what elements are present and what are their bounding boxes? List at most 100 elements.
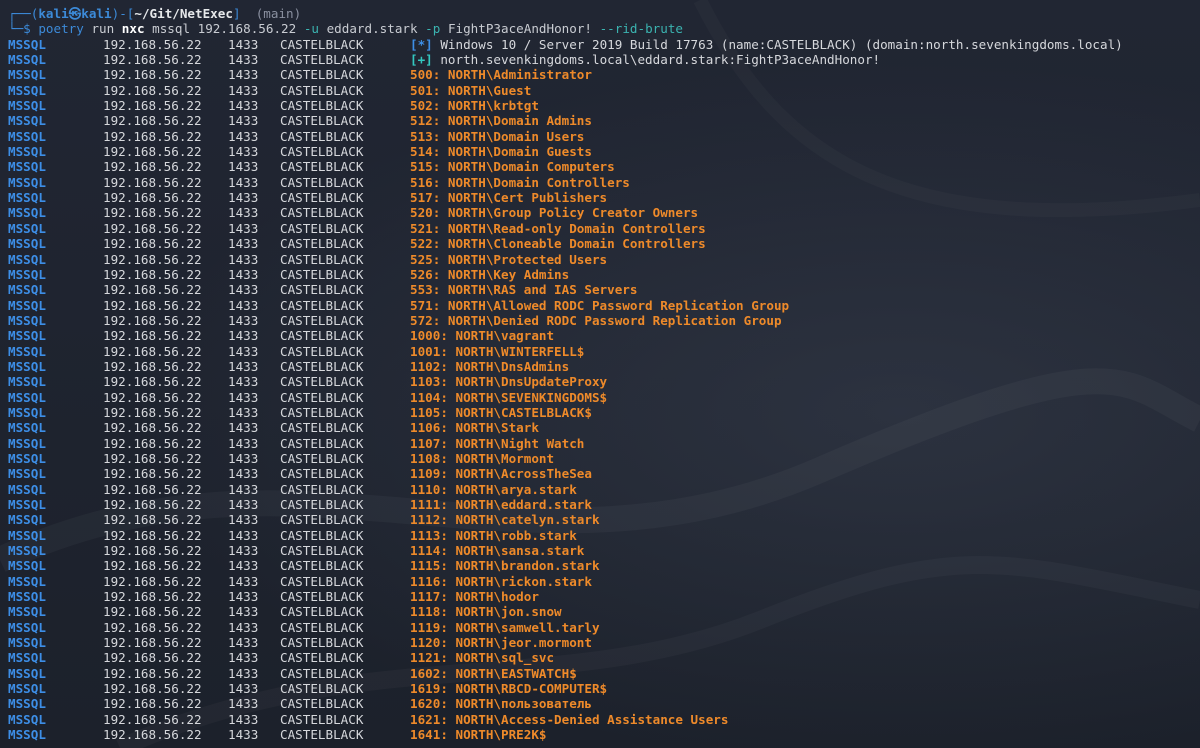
hostname: CASTELBLACK	[280, 435, 364, 451]
ip-address: 192.168.56.22	[103, 527, 202, 543]
protocol-label: MSSQL	[8, 52, 46, 68]
output-rid-line: MSSQL 192.168.56.22 1433 CASTELBLACK 1107: N…	[8, 436, 1193, 451]
rid-entry: 1117: NORTH\hodor	[410, 589, 539, 605]
rid-entry: 1103: NORTH\DnsUpdateProxy	[410, 374, 608, 390]
protocol-label: MSSQL	[8, 589, 46, 605]
protocol-label: MSSQL	[8, 328, 46, 344]
port: 1433	[228, 328, 259, 344]
output-rid-line: MSSQL 192.168.56.22 1433 CASTELBLACK 502: NO…	[8, 98, 1193, 113]
ip-address: 192.168.56.22	[103, 727, 202, 743]
git-branch: (main)	[255, 6, 302, 21]
rid-entry: 500: NORTH\Administrator	[410, 67, 592, 83]
rid-entry: 512: NORTH\Domain Admins	[410, 113, 592, 129]
rid-entry: 553: NORTH\RAS and IAS Servers	[410, 282, 638, 298]
output-rid-line: MSSQL 192.168.56.22 1433 CASTELBLACK 1103: N…	[8, 374, 1193, 389]
port: 1433	[228, 374, 259, 390]
terminal-window[interactable]: ┌──(kali㉿kali)-[~/Git/NetExec] (main) └─…	[0, 0, 1200, 748]
hostname: CASTELBLACK	[280, 573, 364, 589]
ip-address: 192.168.56.22	[103, 389, 202, 405]
port: 1433	[228, 635, 259, 651]
rid-entry: 1001: NORTH\WINTERFELL$	[410, 343, 585, 359]
success-tag: [+]	[410, 52, 433, 68]
protocol-label: MSSQL	[8, 82, 46, 98]
hostname: CASTELBLACK	[280, 82, 364, 98]
cmd-run: run	[91, 21, 115, 37]
hostname: CASTELBLACK	[280, 681, 364, 697]
rid-entry: 1102: NORTH\DnsAdmins	[410, 358, 570, 374]
protocol-label: MSSQL	[8, 435, 46, 451]
rid-entry: 1602: NORTH\EASTWATCH$	[410, 665, 577, 681]
hostname: CASTELBLACK	[280, 558, 364, 574]
ip-address: 192.168.56.22	[103, 174, 202, 190]
protocol-label: MSSQL	[8, 374, 46, 390]
rid-entry: 1000: NORTH\vagrant	[410, 328, 555, 344]
output-rid-line: MSSQL 192.168.56.22 1433 CASTELBLACK 1113: N…	[8, 528, 1193, 543]
output-rid-line: MSSQL 192.168.56.22 1433 CASTELBLACK 516: NO…	[8, 175, 1193, 190]
output-rid-line: MSSQL 192.168.56.22 1433 CASTELBLACK 1108: N…	[8, 451, 1193, 466]
protocol-label: MSSQL	[8, 343, 46, 359]
message: [*] Windows 10 / Server 2019 Build 17763…	[410, 37, 1123, 52]
rid-entry: 1107: NORTH\Night Watch	[410, 435, 585, 451]
port: 1433	[228, 205, 259, 221]
hostname: CASTELBLACK	[280, 328, 364, 344]
protocol-label: MSSQL	[8, 635, 46, 651]
rid-entry: 526: NORTH\Key Admins	[410, 266, 570, 282]
ip-address: 192.168.56.22	[103, 297, 202, 313]
output-rid-line: MSSQL 192.168.56.22 1433 CASTELBLACK 1001: N…	[8, 344, 1193, 359]
hostname: CASTELBLACK	[280, 711, 364, 727]
hostname: CASTELBLACK	[280, 190, 364, 206]
output-rid-line: MSSQL 192.168.56.22 1433 CASTELBLACK 1106: N…	[8, 420, 1193, 435]
command-line[interactable]: └─$ poetry run nxc mssql 192.168.56.22 -…	[8, 21, 1193, 36]
ip-address: 192.168.56.22	[103, 374, 202, 390]
port: 1433	[228, 220, 259, 236]
ip-address: 192.168.56.22	[103, 681, 202, 697]
port: 1433	[228, 497, 259, 512]
output-rid-line: MSSQL 192.168.56.22 1433 CASTELBLACK 1109: N…	[8, 466, 1193, 481]
port: 1433	[228, 159, 259, 175]
ip-address: 192.168.56.22	[103, 36, 202, 52]
hostname: CASTELBLACK	[280, 604, 364, 620]
port: 1433	[228, 589, 259, 605]
hostname: CASTELBLACK	[280, 450, 364, 466]
port: 1433	[228, 389, 259, 405]
ip-address: 192.168.56.22	[103, 435, 202, 451]
protocol-label: MSSQL	[8, 543, 46, 559]
ip-address: 192.168.56.22	[103, 420, 202, 436]
output-rid-line: MSSQL 192.168.56.22 1433 CASTELBLACK 500: NO…	[8, 67, 1193, 82]
hostname: CASTELBLACK	[280, 727, 364, 743]
protocol-label: MSSQL	[8, 466, 46, 482]
prompt-dollar: └─$	[8, 21, 31, 37]
ip-address: 192.168.56.22	[103, 236, 202, 252]
prompt-path: ~/Git/NetExec	[134, 6, 233, 21]
protocol-label: MSSQL	[8, 266, 46, 282]
port: 1433	[228, 558, 259, 574]
output-rid-line: MSSQL 192.168.56.22 1433 CASTELBLACK 517: NO…	[8, 190, 1193, 205]
protocol-label: MSSQL	[8, 727, 46, 743]
hostname: CASTELBLACK	[280, 420, 364, 436]
output-rid-line: MSSQL 192.168.56.22 1433 CASTELBLACK 1621: N…	[8, 712, 1193, 727]
port: 1433	[228, 573, 259, 589]
hostname: CASTELBLACK	[280, 297, 364, 313]
rid-entry: 1120: NORTH\jeor.mormont	[410, 635, 592, 651]
output-rid-line: MSSQL 192.168.56.22 1433 CASTELBLACK 1105: N…	[8, 405, 1193, 420]
output-rid-line: MSSQL 192.168.56.22 1433 CASTELBLACK 1111: N…	[8, 497, 1193, 512]
rid-entry: 1641: NORTH\PRE2K$	[410, 727, 547, 743]
hostname: CASTELBLACK	[280, 236, 364, 252]
port: 1433	[228, 604, 259, 620]
protocol-label: MSSQL	[8, 297, 46, 313]
protocol-label: MSSQL	[8, 67, 46, 83]
output-rid-line: MSSQL 192.168.56.22 1433 CASTELBLACK 1121: N…	[8, 650, 1193, 665]
hostname: CASTELBLACK	[280, 497, 364, 512]
hostname: CASTELBLACK	[280, 512, 364, 528]
output-rid-line: MSSQL 192.168.56.22 1433 CASTELBLACK 1112: N…	[8, 512, 1193, 527]
ip-address: 192.168.56.22	[103, 589, 202, 605]
port: 1433	[228, 404, 259, 420]
protocol-label: MSSQL	[8, 205, 46, 221]
ip-address: 192.168.56.22	[103, 665, 202, 681]
output-info-line: MSSQL 192.168.56.22 1433 CASTELBLACK [*] Win…	[8, 37, 1193, 52]
output-rid-line: MSSQL 192.168.56.22 1433 CASTELBLACK 1619: N…	[8, 681, 1193, 696]
protocol-label: MSSQL	[8, 389, 46, 405]
output-rid-line: MSSQL 192.168.56.22 1433 CASTELBLACK 1114: N…	[8, 543, 1193, 558]
ip-address: 192.168.56.22	[103, 604, 202, 620]
protocol-label: MSSQL	[8, 174, 46, 190]
